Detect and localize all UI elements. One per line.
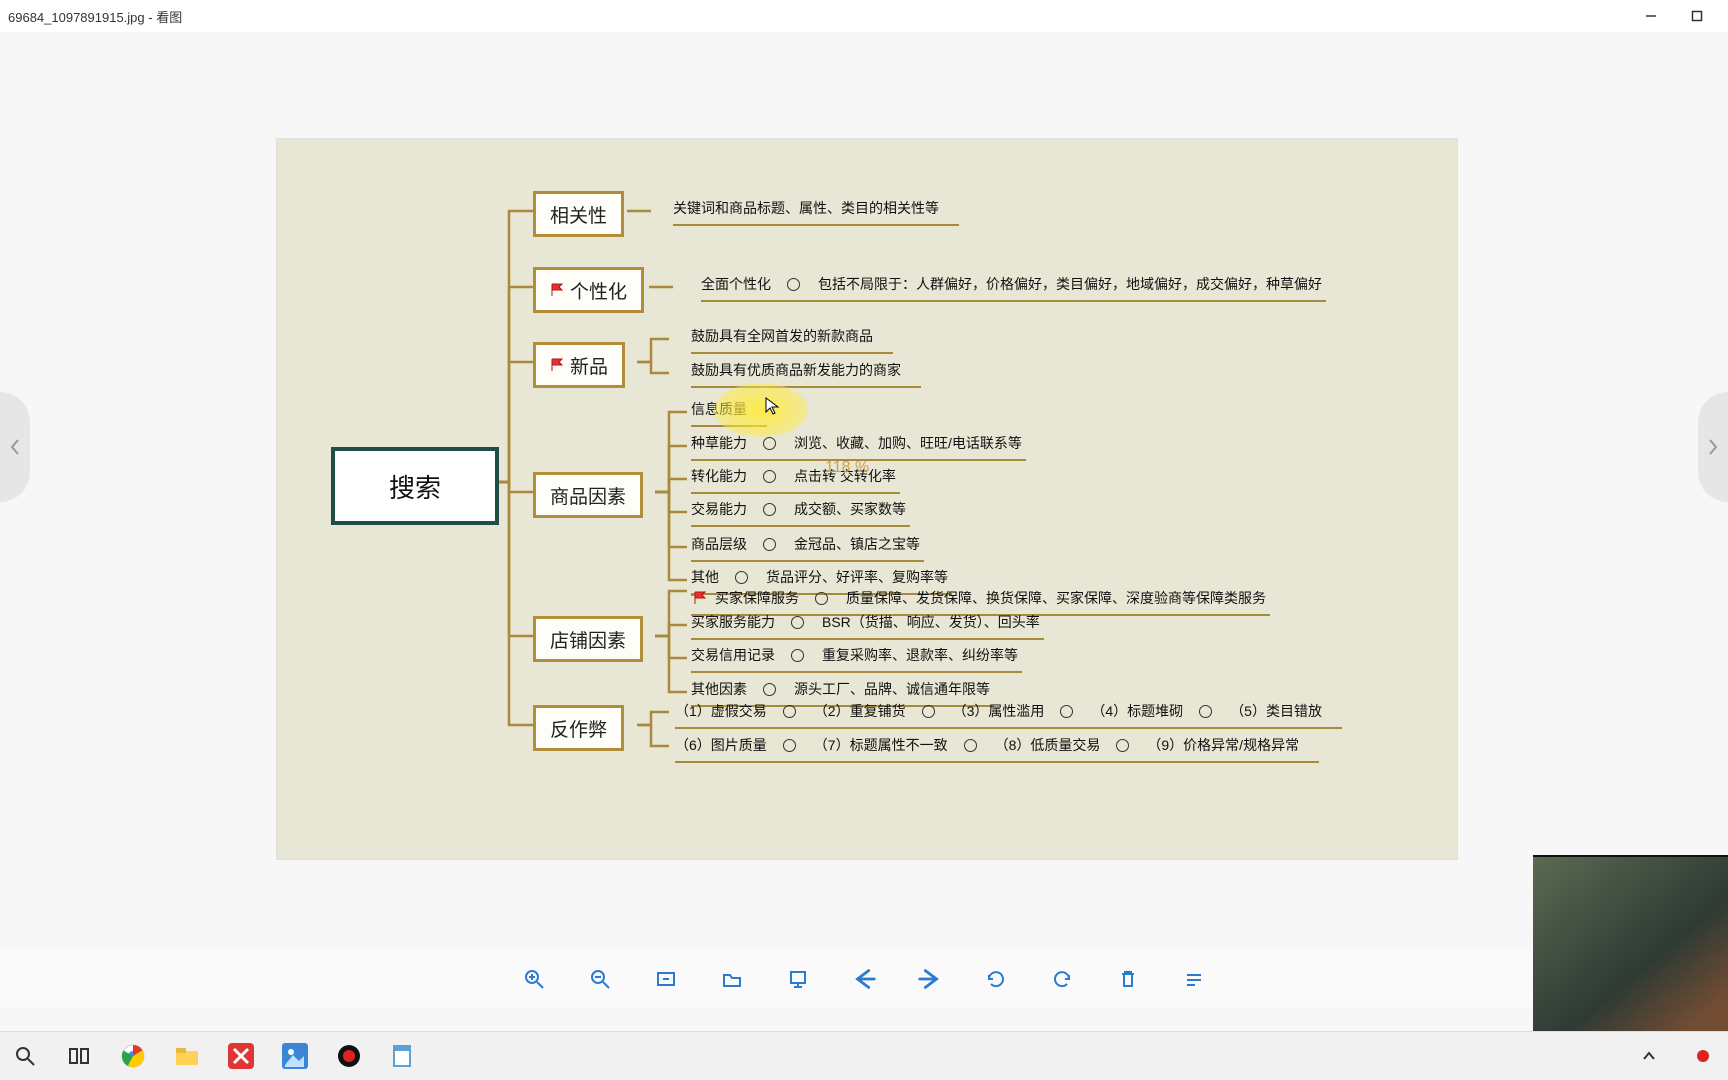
explorer-icon[interactable] <box>172 1041 202 1071</box>
zoom-out-button[interactable] <box>586 965 614 993</box>
prev-button[interactable] <box>850 965 878 993</box>
image-viewer-viewport: 搜索 相关性 个性化 新品 商品因素 店铺因素 反作弊 关键词和商品标题、属性、… <box>0 32 1728 1080</box>
leaf-anticheat-row2: （6）图片质量 （7）标题属性不一致 （8）低质量交易 （9）价格异常/规格异常 <box>675 732 1319 763</box>
delete-button[interactable] <box>1114 965 1142 993</box>
node-new-product: 新品 <box>533 342 625 388</box>
window-title: 69684_1097891915.jpg - 看图 <box>8 7 182 26</box>
flag-icon <box>550 358 564 372</box>
leaf-transaction: 交易能力成交额、买家数等 <box>691 496 910 527</box>
viewer-toolbar <box>0 950 1728 1008</box>
record-icon[interactable] <box>334 1041 364 1071</box>
flag-icon <box>550 283 564 297</box>
window-titlebar: 69684_1097891915.jpg - 看图 <box>0 0 1728 32</box>
search-icon[interactable] <box>10 1041 40 1071</box>
app-image-icon[interactable] <box>280 1041 310 1071</box>
app-red-icon[interactable] <box>226 1041 256 1071</box>
node-product-factor: 商品因素 <box>533 472 643 518</box>
next-image-edge-button[interactable] <box>1698 392 1728 502</box>
windows-taskbar <box>0 1031 1728 1080</box>
node-relevance: 相关性 <box>533 191 624 237</box>
diagram-image: 搜索 相关性 个性化 新品 商品因素 店铺因素 反作弊 关键词和商品标题、属性、… <box>276 138 1458 860</box>
rotate-ccw-button[interactable] <box>1048 965 1076 993</box>
open-folder-button[interactable] <box>718 965 746 993</box>
more-button[interactable] <box>1180 965 1208 993</box>
task-view-icon[interactable] <box>64 1041 94 1071</box>
leaf-credit-record: 交易信用记录重复采购率、退款率、纠纷率等 <box>691 642 1022 673</box>
mouse-cursor-icon <box>765 397 781 417</box>
highlight-glow <box>714 383 808 437</box>
leaf-buyer-service: 买家服务能力BSR（货描、响应、发货）、回头率 <box>691 609 1044 640</box>
tray-record-dot-icon[interactable] <box>1688 1041 1718 1071</box>
zoom-in-button[interactable] <box>520 965 548 993</box>
leaf-new-b: 鼓励具有优质商品新发能力的商家 <box>691 357 921 388</box>
node-anticheat: 反作弊 <box>533 705 624 751</box>
leaf-anticheat-row1: （1）虚假交易 （2）重复铺货 （3）属性滥用 （4）标题堆砌 （5）类目错放 <box>675 698 1342 729</box>
app-notes-icon[interactable] <box>388 1041 418 1071</box>
window-minimize-button[interactable] <box>1628 0 1674 32</box>
node-shop-factor: 店铺因素 <box>533 616 643 662</box>
window-maximize-button[interactable] <box>1674 0 1720 32</box>
root-node-search: 搜索 <box>331 447 499 525</box>
leaf-conversion: 转化能力点击转 交转化率 <box>691 463 900 494</box>
rotate-cw-button[interactable] <box>982 965 1010 993</box>
tray-chevron-up-icon[interactable] <box>1634 1041 1664 1071</box>
actual-size-button[interactable] <box>652 965 680 993</box>
leaf-product-tier: 商品层级金冠品、镇店之宝等 <box>691 531 924 562</box>
webcam-overlay <box>1533 855 1728 1032</box>
flag-icon <box>693 591 707 605</box>
leaf-personalization: 全面个性化包括不局限于：人群偏好，价格偏好，类目偏好，地域偏好，成交偏好，种草偏… <box>701 271 1326 302</box>
leaf-relevance-desc: 关键词和商品标题、属性、类目的相关性等 <box>673 195 959 226</box>
leaf-new-a: 鼓励具有全网首发的新款商品 <box>691 323 893 354</box>
next-button[interactable] <box>916 965 944 993</box>
node-personalization: 个性化 <box>533 267 644 313</box>
slideshow-button[interactable] <box>784 965 812 993</box>
prev-image-edge-button[interactable] <box>0 392 30 502</box>
chrome-icon[interactable] <box>118 1041 148 1071</box>
